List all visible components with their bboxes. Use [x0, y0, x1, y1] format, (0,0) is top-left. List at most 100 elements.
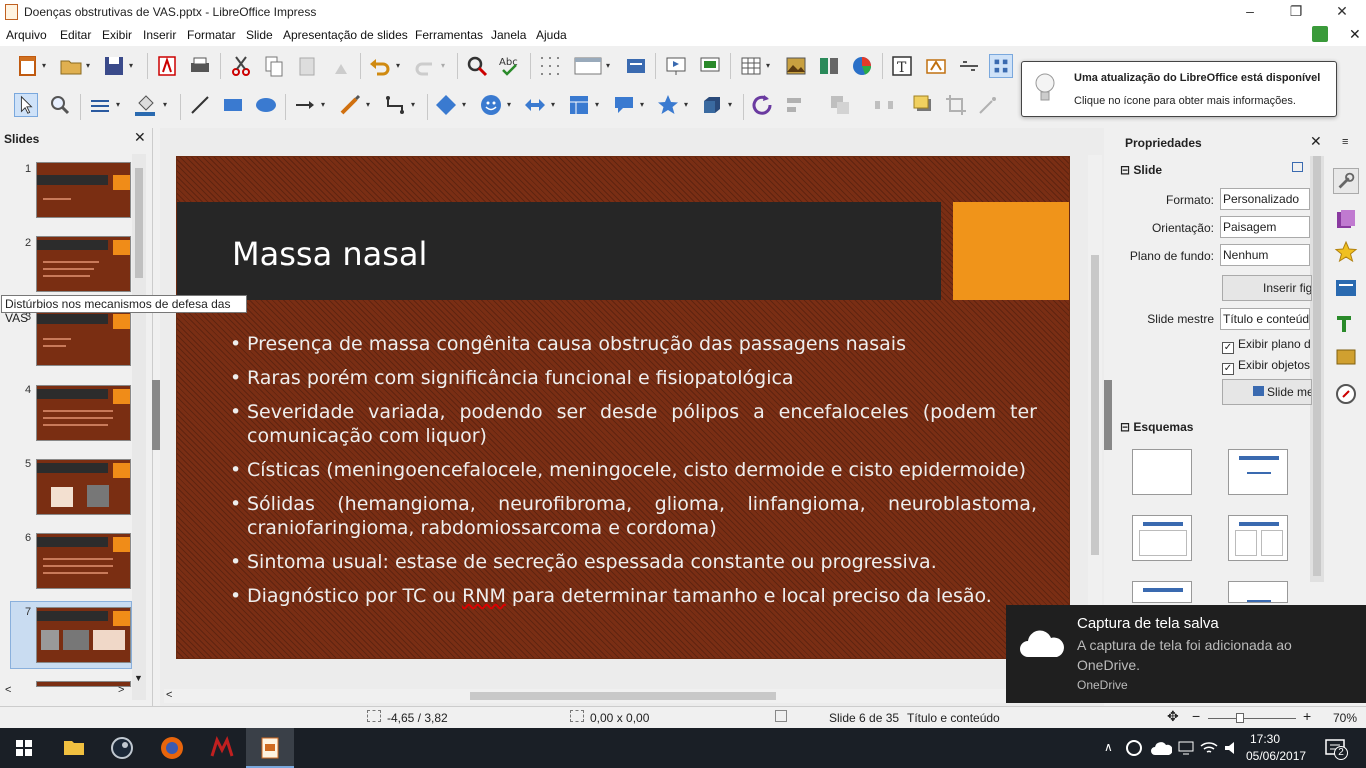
fontwork-icon[interactable] [924, 54, 948, 78]
hyperlink-icon[interactable] [957, 54, 981, 78]
zoom-level[interactable]: 70% [1333, 711, 1357, 725]
start-from-current-icon[interactable] [698, 54, 722, 78]
sidebar-settings-icon[interactable]: ≡ [1342, 136, 1348, 148]
connector-dropdown[interactable]: ▾ [411, 93, 419, 117]
start-from-first-icon[interactable] [664, 54, 688, 78]
rectangle-icon[interactable] [221, 93, 245, 117]
formato-select[interactable]: Personalizado [1220, 188, 1310, 210]
scroll-right-arrow[interactable]: > [118, 684, 124, 696]
libreoffice-impress-taskbar-button[interactable] [246, 728, 294, 768]
onedrive-toast[interactable]: Captura de tela salva A captura de tela … [1006, 605, 1366, 703]
orientacao-select[interactable]: Paisagem [1220, 216, 1310, 238]
slide-mestre-button[interactable]: Slide mestre [1222, 379, 1312, 405]
close-document-icon[interactable]: ✕ [1349, 26, 1361, 43]
find-replace-icon[interactable] [465, 54, 489, 78]
slide-bullet-list[interactable]: Presença de massa congênita causa obstru… [230, 332, 1037, 618]
slide-thumbnail-8[interactable] [36, 681, 131, 687]
steam-icon[interactable] [98, 728, 146, 768]
open-dropdown[interactable]: ▾ [86, 54, 94, 78]
block-arrows-dropdown[interactable]: ▾ [551, 93, 559, 117]
rotate-icon[interactable] [750, 93, 774, 117]
styles-icon[interactable] [1334, 312, 1358, 336]
arrange-icon[interactable] [828, 93, 852, 117]
inserir-figura-button[interactable]: Inserir figura [1222, 275, 1312, 301]
crop-icon[interactable] [944, 93, 968, 117]
close-window-button[interactable]: ✕ [1319, 0, 1365, 24]
curve-freeform-icon[interactable] [338, 93, 362, 117]
save-dropdown[interactable]: ▾ [129, 54, 137, 78]
line-style-dropdown[interactable]: ▾ [116, 93, 124, 117]
distribute-icon[interactable] [872, 93, 896, 117]
collapse-slides-panel-handle[interactable] [152, 380, 160, 450]
bullet-item[interactable]: Raras porém com significância funcional … [230, 366, 1037, 390]
basic-shapes-dropdown[interactable]: ▾ [462, 93, 470, 117]
properties-scrollbar[interactable] [1310, 156, 1324, 582]
media-icon[interactable] [817, 54, 841, 78]
game-app-icon[interactable] [197, 728, 245, 768]
custom-animation-star-icon[interactable] [1334, 240, 1358, 264]
new-dropdown[interactable]: ▾ [42, 54, 50, 78]
slide-more-options-icon[interactable] [1292, 162, 1303, 172]
slides-scrollbar[interactable] [132, 154, 146, 700]
exibir-plano-checkbox[interactable]: ✓ Exibir plano de fundo [1222, 337, 1310, 354]
chart-icon[interactable] [850, 54, 874, 78]
menu-slide[interactable]: Slide [246, 28, 273, 42]
stars-dropdown[interactable]: ▾ [684, 93, 692, 117]
open-folder-icon[interactable] [59, 54, 83, 78]
tray-onedrive-icon[interactable] [1150, 740, 1172, 756]
layout-centered-text[interactable] [1228, 581, 1288, 603]
slide-thumbnail-4[interactable] [36, 385, 131, 441]
zoom-slider-thumb[interactable] [1236, 713, 1244, 723]
table-dropdown[interactable]: ▾ [766, 54, 774, 78]
slide-thumbnail-3[interactable] [36, 310, 131, 366]
display-views-icon[interactable] [573, 54, 603, 78]
tray-wifi-icon[interactable] [1199, 738, 1219, 758]
3d-objects-icon[interactable] [700, 93, 724, 117]
fill-color-dropdown[interactable]: ▾ [163, 93, 171, 117]
edit-horizontal-scrollbar[interactable]: < [164, 689, 1084, 703]
properties-wrench-icon[interactable] [1333, 168, 1359, 194]
paste-icon[interactable] [296, 54, 320, 78]
slide-thumbnail-6[interactable] [36, 533, 131, 589]
new-document-icon[interactable] [16, 54, 40, 78]
print-icon[interactable] [188, 54, 212, 78]
line-tool-icon[interactable] [188, 93, 212, 117]
tray-network-icon[interactable] [1176, 738, 1196, 758]
edit-hscroll-thumb[interactable] [470, 692, 776, 700]
slide-thumbnail-1[interactable] [36, 162, 131, 218]
clone-formatting-icon[interactable] [329, 54, 353, 78]
menu-apresentacao[interactable]: Apresentação de slides [283, 28, 408, 42]
gallery-icon[interactable] [1334, 344, 1358, 368]
menu-janela[interactable]: Janela [491, 28, 526, 42]
tray-sync-icon[interactable] [1124, 738, 1144, 758]
slide-transition-icon[interactable] [1334, 276, 1358, 300]
section-esquemas-header[interactable]: ⊟ Esquemas [1120, 420, 1193, 434]
section-slide-header[interactable]: ⊟ Slide [1120, 163, 1162, 177]
table-icon[interactable] [739, 54, 763, 78]
flowchart-dropdown[interactable]: ▾ [595, 93, 603, 117]
ellipse-icon[interactable] [254, 93, 278, 117]
slide-mestre-select[interactable]: Título e conteúdo [1220, 308, 1310, 330]
bullet-item[interactable]: Císticas (meningoencefalocele, meningoce… [230, 458, 1037, 482]
callout-icon[interactable] [612, 93, 636, 117]
redo-icon[interactable] [413, 54, 437, 78]
align-objects-icon[interactable] [783, 93, 807, 117]
bullet-item[interactable]: Severidade variada, podendo ser desde pó… [230, 400, 1037, 448]
stars-icon[interactable] [656, 93, 680, 117]
close-slides-panel-icon[interactable]: ✕ [134, 129, 146, 146]
symbol-shapes-dropdown[interactable]: ▾ [507, 93, 515, 117]
layout-title-vertical[interactable] [1132, 581, 1192, 603]
shadow-icon[interactable] [911, 93, 935, 117]
exibir-objetos-checkbox[interactable]: ✓ Exibir objetos mestre [1222, 358, 1310, 375]
menu-arquivo[interactable]: Arquivo [6, 28, 47, 42]
redo-dropdown[interactable]: ▾ [441, 54, 449, 78]
close-properties-icon[interactable]: ✕ [1310, 133, 1322, 150]
misspelled-word[interactable]: RNM [462, 585, 506, 607]
basic-shapes-diamond-icon[interactable] [434, 93, 458, 117]
edit-vscroll-thumb[interactable] [1091, 255, 1099, 555]
menu-exibir[interactable]: Exibir [102, 28, 132, 42]
image-icon[interactable] [784, 54, 808, 78]
export-pdf-icon[interactable] [155, 54, 179, 78]
current-slide[interactable]: Massa nasal Presença de massa congênita … [176, 156, 1070, 659]
callout-dropdown[interactable]: ▾ [640, 93, 648, 117]
